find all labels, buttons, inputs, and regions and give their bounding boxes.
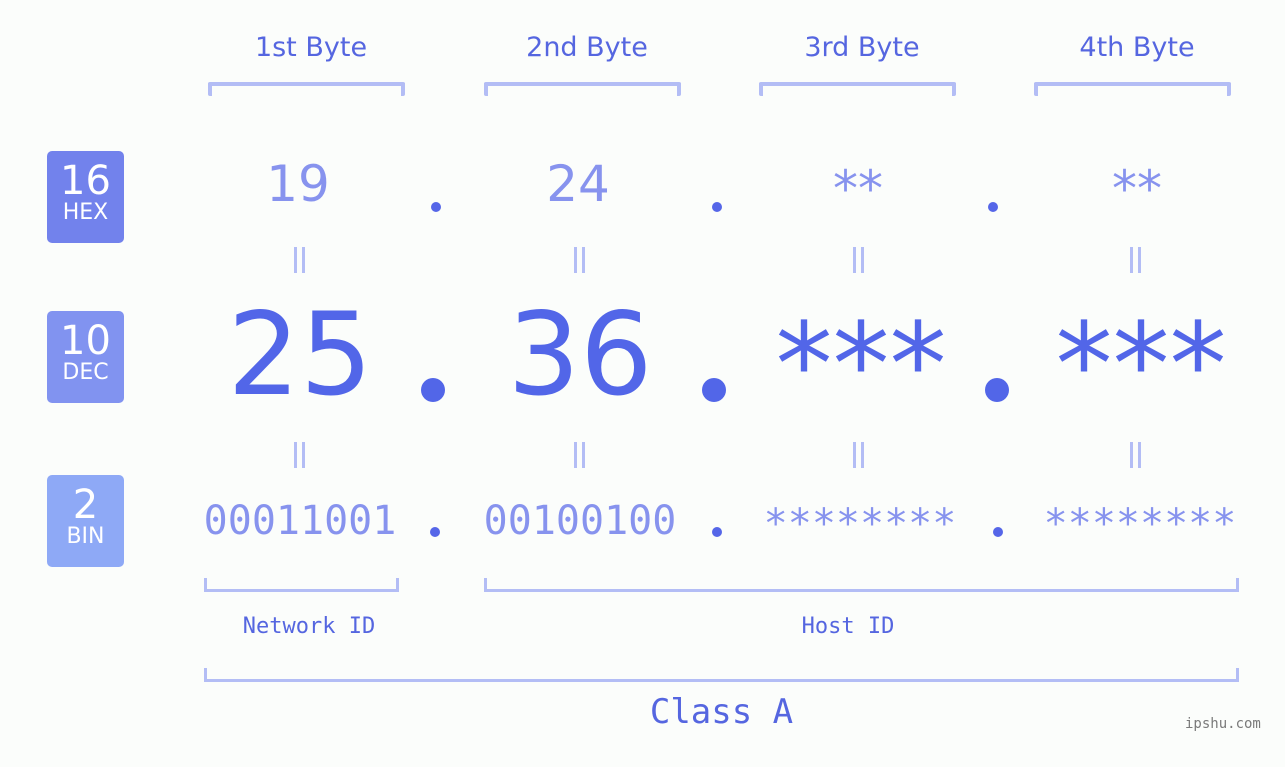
hex-value-4: ** [1112,160,1162,218]
hex-dot-1 [431,202,441,212]
equals-icon [292,442,306,468]
hex-dot-3 [988,202,998,212]
dec-dot-1 [421,378,445,402]
dec-value-4: *** [1055,298,1227,431]
dec-value-2: 36 [507,288,653,421]
bin-badge: 2 BIN [47,475,124,567]
dec-base: 10 [60,318,111,364]
bin-label: BIN [66,524,105,549]
host-id-label: Host ID [801,614,895,639]
hex-badge: 16 HEX [47,151,124,243]
network-id-label: Network ID [242,614,376,639]
byte-header-1: 1st Byte [254,32,368,63]
hex-base: 16 [60,158,111,204]
bin-value-4: ******** [1043,501,1237,547]
hex-label: HEX [62,200,109,225]
byte-bracket-2 [484,82,681,96]
hex-dot-2 [712,202,722,212]
byte-bracket-3 [759,82,956,96]
bin-base: 2 [72,482,99,528]
dec-dot-2 [702,378,726,402]
class-label: Class A [649,692,794,732]
bin-dot-1 [430,527,440,537]
byte-header-4: 4th Byte [1079,32,1195,63]
bin-value-1: 00011001 [203,498,397,544]
bin-value-2: 00100100 [483,498,677,544]
byte-header-3: 3rd Byte [804,32,920,63]
hex-value-3: ** [833,160,883,218]
bin-value-3: ******** [763,501,957,547]
equals-icon [572,247,586,273]
bin-dot-2 [712,527,722,537]
equals-icon [851,442,865,468]
hex-value-2: 24 [546,155,610,213]
equals-icon [572,442,586,468]
byte-header-2: 2nd Byte [526,32,648,63]
host-bracket [484,578,1239,592]
dec-badge: 10 DEC [47,311,124,403]
equals-icon [292,247,306,273]
equals-icon [1128,247,1142,273]
dec-label: DEC [62,360,109,385]
hex-value-1: 19 [266,155,330,213]
dec-value-3: *** [775,298,947,431]
equals-icon [1128,442,1142,468]
equals-icon [851,247,865,273]
network-bracket [204,578,399,592]
byte-bracket-4 [1034,82,1231,96]
watermark: ipshu.com [1185,716,1261,732]
bin-dot-3 [993,527,1003,537]
dec-dot-3 [985,378,1009,402]
dec-value-1: 25 [227,288,373,421]
byte-bracket-1 [208,82,405,96]
class-bracket [204,668,1239,682]
